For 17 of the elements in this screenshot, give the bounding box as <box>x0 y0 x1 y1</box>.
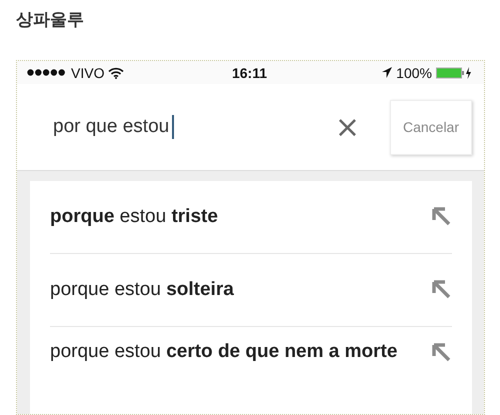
arrow-up-left-icon[interactable] <box>430 205 452 227</box>
arrow-up-left-icon[interactable] <box>430 278 452 300</box>
suggestion-item[interactable]: porque estou certo de que nem a morte <box>50 339 398 365</box>
cancel-button[interactable]: Cancelar <box>390 100 472 154</box>
search-field[interactable]: por que estou <box>53 115 331 139</box>
suggestion-item[interactable]: porque estou solteira <box>50 277 234 303</box>
status-time: 16:11 <box>232 64 268 80</box>
battery-charging-icon <box>436 66 472 78</box>
location-arrow-icon <box>382 67 392 78</box>
battery-percent: 100% <box>396 64 432 80</box>
signal-icon <box>27 69 67 76</box>
arrow-up-left-icon[interactable] <box>430 341 452 363</box>
clear-button[interactable]: × <box>330 110 364 144</box>
wifi-icon <box>108 66 124 78</box>
suggestion-item[interactable]: porque estou triste <box>50 204 218 230</box>
carrier-name: VIVO <box>71 64 104 80</box>
page-title: 상파울루 <box>15 9 85 32</box>
